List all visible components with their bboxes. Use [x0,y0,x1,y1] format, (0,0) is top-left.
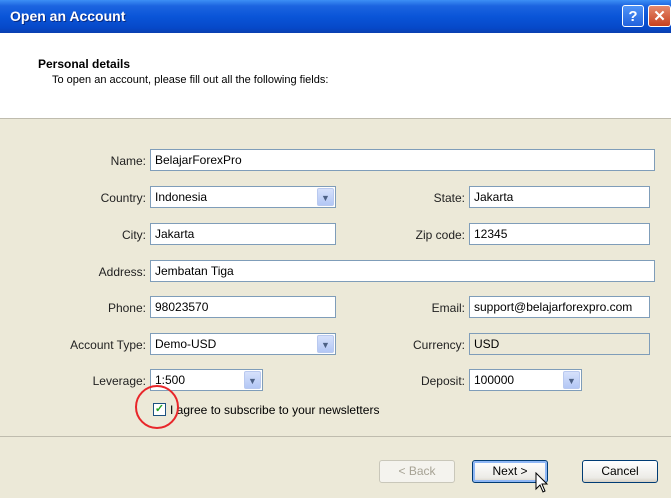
help-button[interactable]: ? [622,5,644,27]
state-label: State: [433,191,465,205]
account-type-label: Account Type: [70,338,146,352]
mouse-cursor-icon [535,472,549,493]
dialog-footer [0,436,671,498]
country-label: Country: [100,191,146,205]
window-title: Open an Account [10,8,126,24]
city-label: City: [122,228,146,242]
leverage-label: Leverage: [92,374,146,388]
dialog-header: Personal details To open an account, ple… [0,33,671,119]
newsletter-label[interactable]: I agree to subscribe to your newsletters [170,403,379,417]
phone-input[interactable]: 98023570 [150,296,336,318]
account-type-select[interactable]: Demo-USD ▼ [150,333,336,355]
chevron-down-icon[interactable]: ▼ [244,371,261,389]
currency-label: Currency: [412,338,465,352]
country-value: Indonesia [155,190,208,204]
header-subtitle: To open an account, please fill out all … [52,74,329,86]
deposit-label: Deposit: [420,374,465,388]
currency-field: USD [469,333,650,355]
header-title: Personal details [38,57,131,71]
chevron-down-icon[interactable]: ▼ [317,188,334,206]
zip-input[interactable]: 12345 [469,223,650,245]
state-input[interactable]: Jakarta [469,186,650,208]
chevron-down-icon[interactable]: ▼ [563,371,580,389]
address-label: Address: [98,265,146,279]
open-account-dialog: Open an Account ? ✕ Personal details To … [0,0,671,498]
email-label: Email: [431,301,465,315]
city-input[interactable]: Jakarta [150,223,336,245]
address-input[interactable]: Jembatan Tiga [150,260,655,282]
back-button[interactable]: < Back [379,460,455,483]
deposit-value: 100000 [474,373,515,387]
name-input[interactable]: BelajarForexPro [150,149,655,171]
zip-label: Zip code: [415,228,465,242]
phone-label: Phone: [107,301,146,315]
deposit-select[interactable]: 100000 ▼ [469,369,582,391]
cancel-button[interactable]: Cancel [582,460,658,483]
chevron-down-icon[interactable]: ▼ [317,335,334,353]
account-type-value: Demo-USD [155,337,217,351]
close-button[interactable]: ✕ [648,5,671,27]
email-input[interactable]: support@belajarforexpro.com [469,296,650,318]
title-bar[interactable]: Open an Account ? ✕ [0,0,671,33]
highlight-circle [135,385,179,429]
name-label: Name: [110,154,146,168]
country-select[interactable]: Indonesia ▼ [150,186,336,208]
